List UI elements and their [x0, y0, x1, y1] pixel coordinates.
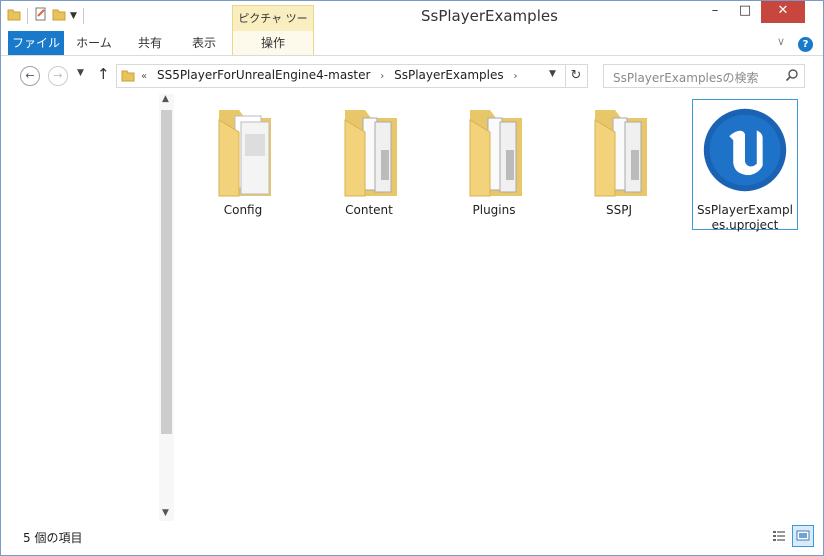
folder-icon — [121, 68, 135, 85]
search-input[interactable]: SsPlayerExamplesの検索 — [603, 64, 805, 88]
file-item-uproject[interactable]: SsPlayerExampl es.uproject — [692, 99, 798, 233]
new-folder-icon[interactable] — [52, 7, 66, 24]
file-name-line: es.uproject — [711, 218, 779, 232]
file-name: Plugins — [472, 203, 516, 217]
scroll-down-chevron-icon[interactable]: ▼ — [162, 508, 169, 518]
address-bar[interactable]: « SS5PlayerForUnrealEngine4-master › SsP… — [116, 64, 566, 88]
details-view-icon[interactable] — [772, 529, 786, 543]
navigation-pane-scrollbar[interactable]: ▲ ▼ — [159, 94, 174, 521]
breadcrumb: « SS5PlayerForUnrealEngine4-master › SsP… — [141, 68, 523, 82]
breadcrumb-separator-icon[interactable]: › — [513, 71, 517, 82]
window-title: SsPlayerExamples — [421, 7, 558, 25]
folder-icon — [442, 110, 546, 203]
file-item-plugins[interactable]: Plugins — [442, 100, 546, 218]
back-button[interactable]: ← — [20, 66, 40, 86]
toolbar-divider — [82, 7, 84, 24]
file-name-line: SsPlayerExampl — [697, 203, 793, 217]
picture-tools-context-label: ピクチャ ツール — [232, 5, 314, 51]
item-count: 5 個の項目 — [23, 531, 83, 545]
tab-view[interactable]: 表示 — [177, 31, 231, 55]
file-name: SSPJ — [605, 203, 632, 217]
scroll-up-chevron-icon[interactable]: ▲ — [162, 94, 169, 104]
unreal-engine-icon — [694, 108, 796, 203]
title-bar: ▼ ピクチャ ツール SsPlayerExamples – □ ✕ — [1, 1, 823, 51]
tab-file[interactable]: ファイル — [8, 31, 64, 55]
tab-manage[interactable]: 操作 — [232, 31, 314, 55]
maximize-button[interactable]: □ — [731, 1, 759, 23]
tab-share[interactable]: 共有 — [125, 31, 175, 55]
quick-access-toolbar: ▼ — [7, 7, 86, 24]
breadcrumb-item[interactable]: SsPlayerExamples — [394, 68, 504, 82]
file-name: SsPlayerExampl es.uproject — [693, 203, 797, 233]
folder-with-documents-icon — [191, 110, 295, 203]
navigation-pane[interactable] — [9, 94, 159, 521]
breadcrumb-separator-icon[interactable]: › — [380, 71, 384, 82]
hidden-path-chevron-icon[interactable]: « — [141, 71, 147, 82]
customize-toolbar-chevron-icon[interactable]: ▼ — [70, 11, 77, 21]
ribbon-tab-strip: ファイル ホーム 共有 表示 操作 ∨ ? — [1, 31, 823, 56]
search-placeholder: SsPlayerExamplesの検索 — [613, 71, 759, 85]
large-icons-view-icon[interactable] — [792, 525, 814, 547]
scrollbar-thumb[interactable] — [161, 110, 172, 434]
explorer-window: ▼ ピクチャ ツール SsPlayerExamples – □ ✕ ファイル ホ… — [0, 0, 824, 556]
file-list: Config Content Plugins SSPJ SsPlayerExam… — [175, 94, 823, 521]
tab-home[interactable]: ホーム — [65, 31, 123, 55]
navigation-bar: ← → ▼ ↑ « SS5PlayerForUnrealEngine4-mast… — [1, 56, 823, 94]
file-item-sspj[interactable]: SSPJ — [567, 100, 671, 218]
folder-icon[interactable] — [7, 7, 21, 24]
up-one-level-button[interactable]: ↑ — [97, 65, 110, 83]
toolbar-divider — [27, 7, 28, 24]
properties-icon[interactable] — [34, 7, 48, 24]
help-icon[interactable]: ? — [798, 37, 813, 52]
address-history-chevron-icon[interactable]: ▼ — [549, 69, 556, 79]
folder-icon — [567, 110, 671, 203]
folder-icon — [317, 110, 421, 203]
breadcrumb-item[interactable]: SS5PlayerForUnrealEngine4-master — [157, 68, 371, 82]
minimize-button[interactable]: – — [701, 1, 729, 23]
file-name: Config — [223, 203, 263, 217]
file-item-config[interactable]: Config — [191, 100, 295, 218]
expand-ribbon-chevron-icon[interactable]: ∨ — [777, 35, 785, 48]
status-bar: 5 個の項目 — [1, 523, 823, 553]
search-icon[interactable] — [785, 68, 799, 85]
file-name: Content — [345, 203, 393, 217]
file-item-content[interactable]: Content — [317, 100, 421, 218]
close-button[interactable]: ✕ — [761, 1, 805, 23]
refresh-button[interactable]: ↻ — [565, 64, 588, 88]
recent-locations-chevron-icon[interactable]: ▼ — [77, 68, 84, 78]
forward-button[interactable]: → — [48, 66, 68, 86]
